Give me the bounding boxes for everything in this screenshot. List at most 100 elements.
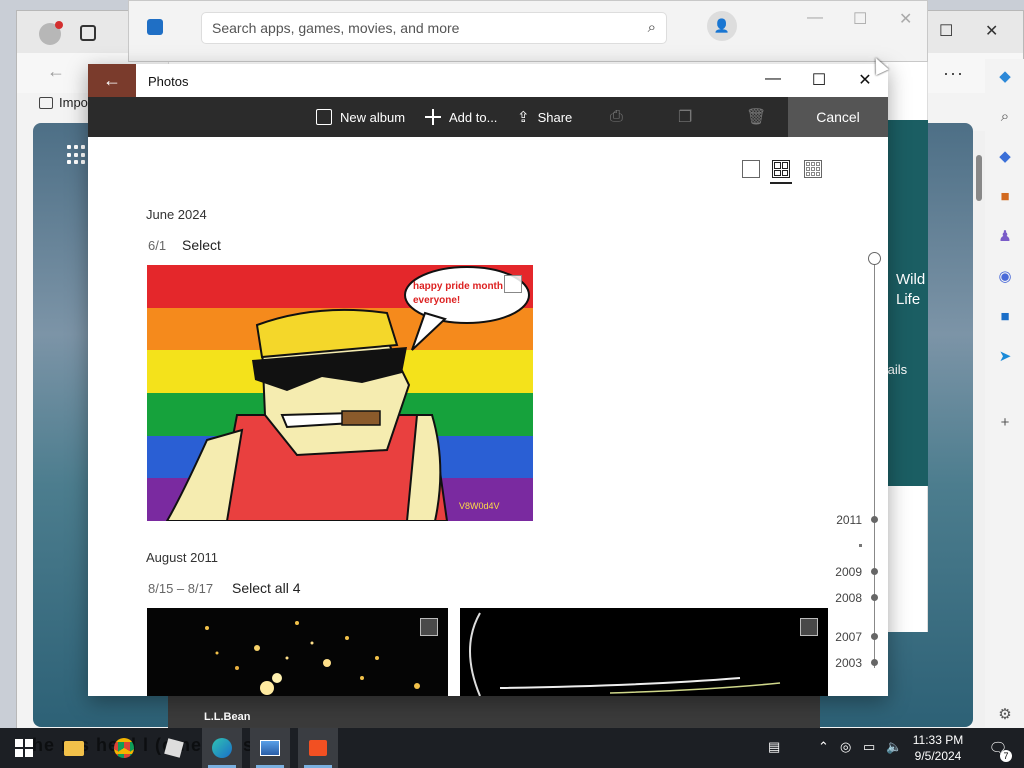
medium-grid-view-icon[interactable]: [772, 160, 790, 178]
clock-date: 9/5/2024: [914, 749, 962, 763]
back-arrow-icon[interactable]: ←: [88, 64, 136, 97]
scrollbar-thumb[interactable]: [976, 155, 982, 201]
timeline-year[interactable]: 2003: [822, 656, 862, 670]
news-widget-icon[interactable]: ▤: [768, 739, 780, 755]
group-month-heading: August 2011: [146, 550, 219, 565]
more-options-icon[interactable]: ···: [943, 63, 964, 84]
store-bottom-strip: [168, 696, 820, 730]
select-all-group-link[interactable]: Select all 4: [232, 580, 300, 596]
photo-thumbnail-sparks[interactable]: [147, 608, 448, 696]
copilot-icon[interactable]: ◆: [995, 67, 1015, 87]
timeline-year[interactable]: 2011: [822, 513, 862, 527]
microsoft365-icon[interactable]: ◉: [995, 267, 1015, 287]
copy-icon: ❐: [678, 109, 693, 126]
timeline-year[interactable]: 2008: [822, 591, 862, 605]
tools-icon[interactable]: ■: [995, 187, 1015, 207]
favorites-bar-item[interactable]: Impo: [39, 95, 88, 110]
share-button[interactable]: ⇪ Share: [517, 97, 572, 137]
timeline-dot: [871, 568, 878, 575]
group-date-range: 8/15 – 8/17: [148, 581, 214, 596]
notification-count: 7: [1000, 750, 1012, 762]
photos-button[interactable]: [250, 728, 290, 768]
timeline-dot: [871, 659, 878, 666]
maximize-icon[interactable]: ☐: [853, 9, 867, 29]
store-icon: [309, 740, 327, 756]
network-icon[interactable]: ▭: [863, 739, 875, 755]
timeline-dot: [871, 594, 878, 601]
photo-thumbnail-light-streak[interactable]: [460, 608, 828, 696]
new-album-button[interactable]: New album: [316, 97, 405, 137]
store-logo-icon: [147, 19, 163, 35]
store-search-input[interactable]: Search apps, games, movies, and more ⌕: [201, 12, 667, 44]
tab-actions-icon[interactable]: [80, 25, 96, 41]
maximize-icon[interactable]: ☐: [939, 21, 953, 41]
photo-checkbox[interactable]: [800, 618, 818, 636]
apps-grid-icon[interactable]: [67, 145, 87, 165]
store-window-header: Search apps, games, movies, and more ⌕ 👤…: [128, 0, 928, 62]
photo-checkbox[interactable]: [504, 275, 522, 293]
edge-scrollbar[interactable]: [973, 131, 985, 727]
plus-icon: [425, 109, 441, 125]
outlook-icon[interactable]: ■: [995, 307, 1015, 327]
group-month-heading: June 2024: [146, 207, 207, 222]
taskbar: he n s he d l (ometimes) ▤ ⌃ ◎ ▭ 🔈 11:33…: [0, 728, 1024, 768]
search-icon[interactable]: ⌕: [648, 19, 656, 36]
chevron-up-icon[interactable]: ⌃: [818, 739, 829, 755]
photo-checkbox[interactable]: [420, 618, 438, 636]
cancel-button[interactable]: Cancel: [788, 97, 888, 137]
timeline-year[interactable]: 2007: [822, 630, 862, 644]
shopping-icon[interactable]: ◆: [995, 147, 1015, 167]
timeline-year[interactable]: 2009: [822, 565, 862, 579]
folder-icon: [39, 96, 53, 109]
maximize-icon[interactable]: ☐: [804, 70, 834, 90]
single-view-icon[interactable]: [742, 160, 760, 178]
send-icon[interactable]: ➤: [995, 347, 1015, 367]
store-card-title: Wild Life: [896, 271, 926, 308]
meet-now-icon[interactable]: ◎: [840, 739, 851, 755]
print-button[interactable]: ⎙: [610, 97, 623, 137]
volume-icon[interactable]: 🔈: [886, 739, 902, 755]
roblox-button[interactable]: [154, 728, 194, 768]
back-arrow-icon[interactable]: ←: [47, 61, 65, 82]
timeline-marker: [859, 544, 862, 547]
windows-logo-icon: [15, 739, 33, 757]
file-explorer-button[interactable]: [54, 728, 94, 768]
timeline-handle[interactable]: [868, 252, 881, 265]
timeline-track[interactable]: [874, 260, 875, 668]
roblox-icon: [164, 738, 184, 758]
delete-button[interactable]: 🗑: [746, 97, 766, 137]
edge-icon: [212, 738, 232, 758]
folder-icon: [64, 740, 84, 756]
add-to-button[interactable]: Add to...: [425, 97, 497, 137]
clock-time: 11:33 PM: [912, 733, 964, 747]
store-button[interactable]: [298, 728, 338, 768]
notifications-button[interactable]: 🗨 7: [978, 728, 1018, 768]
timeline-dot: [871, 633, 878, 640]
settings-gear-icon[interactable]: ⚙: [995, 705, 1015, 725]
add-icon[interactable]: +: [995, 413, 1015, 433]
close-icon[interactable]: ✕: [899, 9, 912, 29]
timeline-dot: [871, 516, 878, 523]
command-bar: New album Add to... ⇪ Share ⎙ ❐ 🗑 Cancel: [88, 97, 888, 137]
light-streak-image: [469, 612, 781, 696]
chrome-button[interactable]: [104, 728, 144, 768]
pride-meme-image: happy pride month everyone! V8W0d4V: [147, 265, 533, 521]
edge-button[interactable]: [202, 728, 242, 768]
close-icon[interactable]: ✕: [985, 21, 998, 41]
print-icon: ⎙: [610, 108, 623, 125]
edge-sidebar: ◆ ⌕ ◆ ■ ♟ ◉ ■ ➤ + ⚙: [985, 59, 1024, 731]
search-icon[interactable]: ⌕: [995, 107, 1015, 127]
user-account-icon[interactable]: 👤: [707, 11, 737, 41]
artist-signature: V8W0d4V: [459, 501, 500, 511]
clock[interactable]: 11:33 PM 9/5/2024: [908, 732, 968, 764]
group-date-range: 6/1: [148, 238, 167, 253]
copy-button[interactable]: ❐: [678, 97, 692, 137]
minimize-icon[interactable]: —: [807, 9, 823, 27]
profile-avatar[interactable]: [39, 21, 63, 45]
small-grid-view-icon[interactable]: [804, 160, 822, 178]
photo-thumbnail-pride[interactable]: happy pride month everyone! V8W0d4V: [147, 265, 533, 521]
select-group-link[interactable]: Select: [182, 237, 221, 253]
selected-view-indicator: [770, 182, 792, 184]
minimize-icon[interactable]: —: [758, 70, 788, 88]
games-icon[interactable]: ♟: [995, 227, 1015, 247]
